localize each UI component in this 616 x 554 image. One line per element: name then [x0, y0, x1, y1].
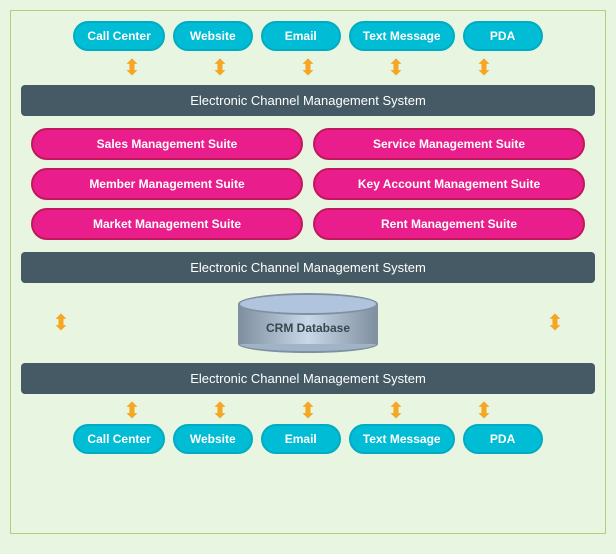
crm-label: CRM Database	[238, 321, 378, 335]
bottom-text-message: Text Message	[349, 424, 455, 454]
b-arrow-1: ⬍	[123, 400, 141, 422]
top-email: Email	[261, 21, 341, 51]
cylinder: CRM Database	[238, 293, 378, 353]
b-arrow-5: ⬍	[475, 400, 493, 422]
b-arrow-2: ⬍	[211, 400, 229, 422]
top-call-center: Call Center	[73, 21, 164, 51]
system-bar-3: Electronic Channel Management System	[21, 363, 595, 394]
bottom-pda: PDA	[463, 424, 543, 454]
arrow-5: ⬍	[475, 57, 493, 79]
crm-database: CRM Database	[238, 293, 378, 353]
market-suite: Market Management Suite	[31, 208, 303, 240]
system-bar-1: Electronic Channel Management System	[21, 85, 595, 116]
arrow-1: ⬍	[123, 57, 141, 79]
arrow-3: ⬍	[299, 57, 317, 79]
rent-suite: Rent Management Suite	[313, 208, 585, 240]
key-account-suite: Key Account Management Suite	[313, 168, 585, 200]
member-suite: Member Management Suite	[31, 168, 303, 200]
suite-area: Sales Management Suite Member Management…	[21, 120, 595, 248]
arrow-4: ⬍	[387, 57, 405, 79]
b-arrow-3: ⬍	[299, 400, 317, 422]
b-arrow-4: ⬍	[387, 400, 405, 422]
top-arrows: ⬍ ⬍ ⬍ ⬍ ⬍	[21, 57, 595, 79]
top-text-message: Text Message	[349, 21, 455, 51]
system-bar-2: Electronic Channel Management System	[21, 252, 595, 283]
bottom-call-center: Call Center	[73, 424, 164, 454]
crm-center: CRM Database	[91, 293, 525, 353]
bottom-website: Website	[173, 424, 253, 454]
arrow-2: ⬍	[211, 57, 229, 79]
suite-col-right: Service Management Suite Key Account Man…	[313, 128, 585, 240]
sales-suite: Sales Management Suite	[31, 128, 303, 160]
left-arrow: ⬍	[52, 312, 70, 334]
bottom-arrows: ⬍ ⬍ ⬍ ⬍ ⬍	[21, 400, 595, 422]
right-side-arrows: ⬍	[525, 312, 585, 334]
right-arrow: ⬍	[546, 312, 564, 334]
bottom-channel-row: Call Center Website Email Text Message P…	[21, 424, 595, 454]
middle-section: ⬍ CRM Database ⬍	[21, 289, 595, 357]
suite-col-left: Sales Management Suite Member Management…	[31, 128, 303, 240]
left-side-arrows: ⬍	[31, 312, 91, 334]
top-pda: PDA	[463, 21, 543, 51]
main-container: Call Center Website Email Text Message P…	[10, 10, 606, 534]
top-website: Website	[173, 21, 253, 51]
service-suite: Service Management Suite	[313, 128, 585, 160]
top-channel-row: Call Center Website Email Text Message P…	[21, 21, 595, 51]
bottom-email: Email	[261, 424, 341, 454]
cylinder-top	[238, 293, 378, 315]
